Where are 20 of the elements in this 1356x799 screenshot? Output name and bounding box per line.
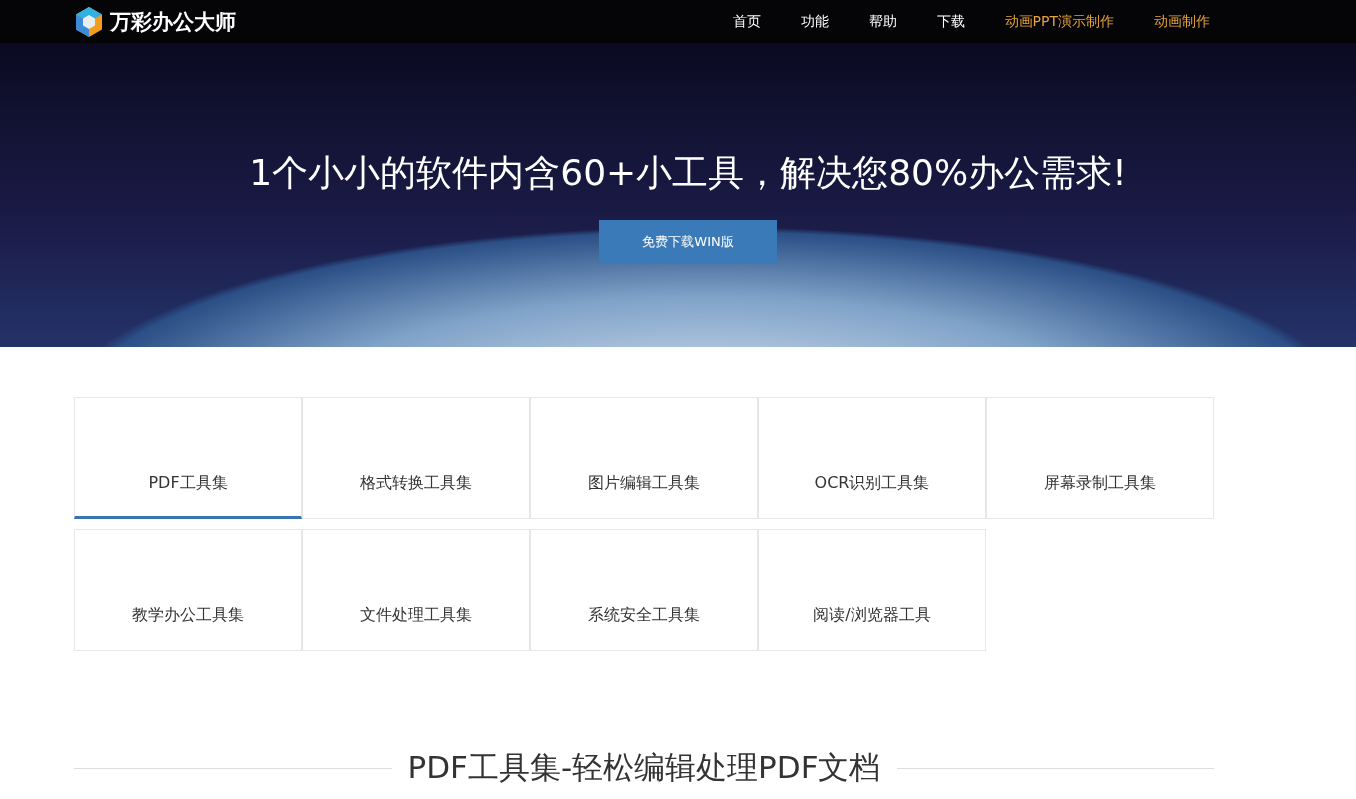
category-tab[interactable]: 屏幕录制工具集 xyxy=(986,397,1214,519)
nav-link[interactable]: 动画制作 xyxy=(1138,12,1226,31)
section-title: PDF工具集-轻松编辑处理PDF文档 xyxy=(407,748,881,787)
nav-link[interactable]: 下载 xyxy=(920,12,981,31)
category-tab[interactable]: 图片编辑工具集 xyxy=(530,397,758,519)
category-tab[interactable]: PDF工具集 xyxy=(74,397,302,519)
category-tab[interactable]: 文件处理工具集 xyxy=(302,529,530,651)
category-tab[interactable]: 教学办公工具集 xyxy=(74,529,302,651)
nav-link[interactable]: 首页 xyxy=(716,12,777,31)
download-button[interactable]: 免费下载WIN版 xyxy=(599,220,777,264)
category-tab[interactable]: 格式转换工具集 xyxy=(302,397,530,519)
logo-text[interactable]: 万彩办公大师 xyxy=(110,7,236,36)
nav-link[interactable]: 动画PPT演示制作 xyxy=(988,12,1130,31)
nav-link[interactable]: 功能 xyxy=(784,12,845,31)
category-tab[interactable]: OCR识别工具集 xyxy=(758,397,986,519)
cube-logo-icon xyxy=(74,5,104,38)
category-tab[interactable]: 阅读/浏览器工具 xyxy=(758,529,986,651)
category-tab[interactable]: 系统安全工具集 xyxy=(530,529,758,651)
hero-headline: 1个小小的软件内含60+小工具，解决您80%办公需求! xyxy=(249,151,1127,195)
nav-link[interactable]: 帮助 xyxy=(852,12,913,31)
